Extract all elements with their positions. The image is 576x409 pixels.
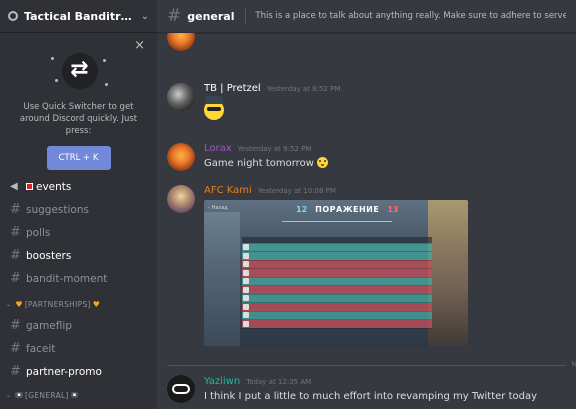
hash-icon: # xyxy=(10,225,21,240)
avatar[interactable] xyxy=(167,83,195,111)
channel-item-bandit-moment[interactable]: # bandit-moment xyxy=(0,267,157,290)
score-right: 13 xyxy=(387,205,399,214)
quick-switcher-tip: × ⇄ Use Quick Switcher to get around Dis… xyxy=(0,33,157,173)
category-label: [PARTNERSHIPS] xyxy=(24,299,91,309)
close-icon[interactable]: × xyxy=(134,38,145,53)
server-name: Tactical Banditry | Offi... xyxy=(24,9,137,23)
avatar[interactable] xyxy=(167,143,195,171)
chevron-down-icon[interactable]: ⌄ xyxy=(141,11,149,22)
channel-header: # general This is a place to talk about … xyxy=(157,0,576,33)
badge-icon: ▪ xyxy=(15,392,24,398)
quick-switcher-text: Use Quick Switcher to get around Discord… xyxy=(19,102,138,136)
channel-title: general xyxy=(187,9,235,23)
heart-icon: ♥ xyxy=(15,299,23,309)
message-author[interactable]: AFC Kami xyxy=(204,185,252,196)
table-row xyxy=(242,319,432,329)
message-author[interactable]: TB | Pretzel xyxy=(204,83,261,94)
flushed-emoji-icon xyxy=(316,157,328,168)
table-row xyxy=(242,294,432,303)
background-art xyxy=(428,200,468,346)
heart-icon: ♥ xyxy=(92,299,101,309)
red-square-icon xyxy=(26,183,33,190)
channel-item-polls[interactable]: # polls xyxy=(0,221,157,244)
channel-label: suggestions xyxy=(26,203,89,216)
message-timestamp: Yesterday at 8:52 PM xyxy=(266,85,341,93)
message-author[interactable]: Yaziiwn xyxy=(204,376,240,387)
channel-item-faceit[interactable]: # faceit xyxy=(0,337,157,360)
message-timestamp: Yesterday at 10:08 PM xyxy=(257,187,336,195)
hash-icon: # xyxy=(10,364,21,379)
avatar[interactable] xyxy=(167,375,195,403)
message-timestamp: Yesterday at 9:52 PM xyxy=(237,145,312,153)
hash-icon: # xyxy=(10,202,21,217)
message-text: I think I put a little to much effort in… xyxy=(204,391,538,402)
table-row xyxy=(242,311,432,320)
channel-label: boosters xyxy=(26,249,72,262)
channel-item-partner-promo[interactable]: # partner-promo xyxy=(0,360,157,383)
scoreboard-table xyxy=(242,237,432,329)
table-row xyxy=(242,260,432,269)
table-row xyxy=(242,251,432,261)
channel-item-suggestions[interactable]: # suggestions xyxy=(0,198,157,221)
badge-icon: ▪ xyxy=(70,392,79,398)
back-link: ‹ Назад xyxy=(208,205,228,211)
detective-emoji-icon xyxy=(204,96,224,120)
channel-label: faceit xyxy=(26,342,56,355)
hash-icon: # xyxy=(10,271,21,286)
table-row xyxy=(242,243,432,252)
chevron-down-icon: ⌄ xyxy=(6,300,12,308)
message-timestamp: Today at 12:35 AM xyxy=(246,378,312,386)
score-left: 12 xyxy=(296,205,308,214)
channel-label: polls xyxy=(26,226,51,239)
attachment-image[interactable]: ‹ Назад 12 ПОРАЖЕНИЕ 13 xyxy=(204,200,468,346)
table-row xyxy=(242,277,432,286)
hash-icon: # xyxy=(10,248,21,263)
hash-icon: # xyxy=(10,318,21,333)
avatar[interactable] xyxy=(167,185,195,213)
scoreboard-tabs xyxy=(282,218,392,222)
quick-switcher-button[interactable]: CTRL + K xyxy=(46,146,111,170)
table-row xyxy=(242,268,432,278)
hash-icon: # xyxy=(167,6,182,26)
server-header[interactable]: Tactical Banditry | Offi... ⌄ xyxy=(0,0,157,33)
avatar[interactable] xyxy=(167,33,195,51)
channel-label: events xyxy=(36,180,72,193)
message-author[interactable]: Lorax xyxy=(204,143,232,154)
swap-arrows-icon: ⇄ xyxy=(49,53,109,91)
table-row xyxy=(242,302,432,312)
channel-item-boosters[interactable]: # boosters xyxy=(0,244,157,267)
category-label: [GENERAL] xyxy=(25,390,69,400)
table-row xyxy=(242,285,432,295)
channel-topic: This is a place to talk about anything r… xyxy=(255,11,566,21)
new-marker: N xyxy=(571,361,576,368)
chat-area: # general This is a place to talk about … xyxy=(157,0,576,409)
previous-message-fragment xyxy=(157,33,576,55)
channel-item-gameflip[interactable]: # gameflip xyxy=(0,314,157,337)
server-status-icon xyxy=(8,11,18,21)
message-text: Game night tomorrow xyxy=(204,158,314,169)
new-messages-divider xyxy=(167,365,566,366)
channel-sidebar: Tactical Banditry | Offi... ⌄ × ⇄ Use Qu… xyxy=(0,0,157,409)
channel-label: partner-promo xyxy=(26,365,102,378)
hash-icon: # xyxy=(10,341,21,356)
background-art xyxy=(204,212,240,346)
category-general[interactable]: ⌄ ▪ [GENERAL] ▪ xyxy=(0,385,157,405)
channel-label: bandit-moment xyxy=(26,272,108,285)
megaphone-icon: ◀ xyxy=(10,181,18,192)
divider xyxy=(244,8,246,24)
category-partnerships[interactable]: ⌄ ♥ [PARTNERSHIPS] ♥ xyxy=(0,294,157,314)
match-result-bar: 12 ПОРАЖЕНИЕ 13 xyxy=(296,205,398,214)
chevron-down-icon: ⌄ xyxy=(6,391,12,399)
channel-item-events[interactable]: ◀ events xyxy=(0,175,157,198)
channel-label: gameflip xyxy=(26,319,72,332)
match-result: ПОРАЖЕНИЕ xyxy=(315,205,380,214)
